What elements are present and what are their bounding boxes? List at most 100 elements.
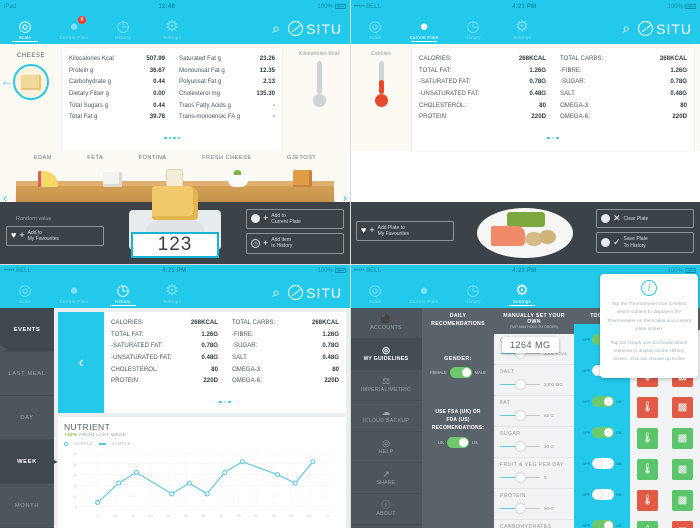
nav-item-settings[interactable]: ⚙ Settings bbox=[505, 17, 539, 40]
fontina-icon[interactable] bbox=[166, 169, 184, 188]
add-plate-to-favourites-button[interactable]: ♥ + Add Plate to My Favourites bbox=[356, 220, 454, 242]
graph-icon[interactable]: ▩ bbox=[672, 521, 693, 528]
nutrient-toggle[interactable] bbox=[591, 489, 614, 500]
plate-right-actions: ✕ Clear Plate ✓ Save Plate To History bbox=[590, 209, 700, 257]
search-icon[interactable]: ⌕ bbox=[272, 284, 280, 301]
nutrient-value: 0.78G bbox=[670, 78, 687, 86]
nutrient-value: 0.48G bbox=[201, 354, 218, 362]
table-row: -SATURATED FAT: 0.78G bbox=[419, 76, 546, 88]
nav-item-scale[interactable]: ◎ Scale bbox=[8, 17, 42, 42]
feta-icon[interactable] bbox=[102, 172, 122, 188]
thermometer-icon[interactable]: 🌡 bbox=[637, 428, 658, 449]
graph-icon[interactable]: ▩ bbox=[672, 397, 693, 418]
history-prev-button[interactable]: ‹ bbox=[58, 312, 104, 414]
table-row: Trans-monoenoic FA g - bbox=[179, 111, 275, 123]
nav-item-scale[interactable]: ◎ Scale bbox=[8, 281, 42, 304]
thermometer-icon[interactable]: 🌡 bbox=[637, 459, 658, 480]
sidebar-item-imperial-metric[interactable]: ⚖ IMPERIAL/METRIC bbox=[350, 370, 422, 401]
thermometer-widget[interactable]: Calories bbox=[350, 48, 412, 151]
nav-item-history[interactable]: ◷ History bbox=[106, 17, 140, 40]
slider-control[interactable]: 5 bbox=[500, 473, 568, 482]
nutrient-value: 80 bbox=[332, 365, 339, 373]
search-icon[interactable]: ⌕ bbox=[622, 20, 630, 37]
rail-item-events[interactable]: EVENTS bbox=[0, 308, 54, 352]
nav-label-history: History bbox=[115, 35, 131, 40]
nav-item-history[interactable]: ◷ History bbox=[106, 281, 140, 306]
nutrition-col-right: Saturated Fat g 23.26 Monounsat Fat g 12.3… bbox=[179, 53, 275, 123]
add-to-favourites-button[interactable]: ♥ + Add to My Favourites bbox=[6, 225, 104, 247]
svg-text:5: 5 bbox=[97, 514, 99, 518]
slider-control[interactable]: 2400 MG bbox=[500, 380, 568, 389]
page-dots[interactable] bbox=[111, 390, 339, 408]
nav-item-settings[interactable]: ⚙ Settings bbox=[505, 281, 539, 306]
nav-item-current-plate[interactable]: ● Current Plate bbox=[57, 281, 91, 304]
thermometer-icon[interactable]: 🌡 bbox=[637, 397, 658, 418]
fsa-fda-toggle[interactable] bbox=[446, 436, 469, 448]
rail-item-day[interactable]: DAY bbox=[0, 396, 54, 440]
graph-icon[interactable]: ▩ bbox=[672, 459, 693, 480]
nutrient-toggle[interactable] bbox=[591, 520, 614, 528]
nav-item-settings[interactable]: ⚙ Settings bbox=[155, 17, 189, 40]
nav-item-history[interactable]: ◷ History bbox=[456, 281, 490, 304]
thermometer-icon[interactable]: 🌡 bbox=[637, 490, 658, 511]
gjetost-icon[interactable] bbox=[292, 170, 312, 188]
sidebar-item-icloud-backup[interactable]: ☁ ICLOUD BACKUP bbox=[350, 401, 422, 432]
nav-label-history: History bbox=[465, 299, 481, 304]
food-thumb[interactable] bbox=[13, 64, 49, 100]
graph-icon[interactable]: ▩ bbox=[672, 428, 693, 449]
nav-item-current-plate[interactable]: ● 0 Current Plate bbox=[57, 16, 91, 40]
nav-item-settings[interactable]: ⚙ Settings bbox=[155, 281, 189, 304]
situ-ring-icon bbox=[638, 21, 654, 36]
plus-icon: + bbox=[263, 237, 269, 248]
slider-knob[interactable] bbox=[516, 473, 525, 482]
fresh-cheese-icon[interactable] bbox=[228, 170, 249, 188]
rail-item-last-meal[interactable]: LAST MEAL bbox=[0, 352, 54, 396]
nav-item-scale[interactable]: ◎ Scale bbox=[358, 281, 392, 304]
slider-control[interactable]: 30 G bbox=[500, 442, 568, 451]
add-item-to-history-button[interactable]: ◷ + Add item to History bbox=[246, 233, 344, 254]
history-body: EVENTS LAST MEAL DAY WEEK MONTH ‹ CALORI… bbox=[0, 308, 350, 528]
search-icon[interactable]: ⌕ bbox=[272, 20, 280, 37]
history-collapse-icon[interactable]: ▶ bbox=[0, 344, 8, 355]
sidebar-item-help[interactable]: ◎ HELP bbox=[350, 432, 422, 463]
slider-control[interactable]: 65 G bbox=[500, 411, 568, 420]
line-chart[interactable]: 5 10 15 20 25 30 5 10 15 20 25 30 35 40 45 50 55 60 65 70 bbox=[64, 447, 340, 528]
add-to-current-plate-button[interactable]: + Add to Current Plate bbox=[246, 208, 344, 229]
nav-item-history[interactable]: ◷ History bbox=[456, 17, 490, 40]
sidebar-item-about[interactable]: ⓘ ABOUT bbox=[350, 494, 422, 525]
slider-knob[interactable] bbox=[516, 442, 525, 451]
slider-knob[interactable] bbox=[516, 411, 525, 420]
rail-item-month[interactable]: MONTH bbox=[0, 484, 54, 528]
slider-knob[interactable] bbox=[516, 380, 525, 389]
nav-item-scale[interactable]: ◎ Scale bbox=[358, 17, 392, 40]
nutrient-label: CHOLESTEROL: bbox=[111, 365, 159, 373]
back-arrow-icon[interactable]: ← bbox=[1, 74, 13, 88]
weight-readout[interactable]: 123 bbox=[131, 232, 219, 258]
nutrient-toggle[interactable] bbox=[591, 458, 614, 469]
gender-toggle[interactable] bbox=[449, 366, 472, 378]
graph-icon[interactable]: ▩ bbox=[672, 490, 693, 511]
page-dots[interactable] bbox=[419, 126, 687, 144]
slider-label: SUGAR bbox=[500, 431, 521, 437]
thermometer-icon[interactable]: 🌡 bbox=[637, 521, 658, 528]
slider-control[interactable]: 90 G bbox=[500, 504, 568, 513]
nutrient-toggle[interactable] bbox=[591, 396, 614, 407]
thermometer-widget[interactable]: Kilocalories Kcal bbox=[288, 48, 350, 151]
clear-plate-button[interactable]: ✕ Clear Plate bbox=[596, 209, 694, 229]
edam-icon[interactable] bbox=[38, 171, 59, 188]
save-plate-to-history-button[interactable]: ✓ Save Plate To History bbox=[596, 232, 694, 253]
slider-row: FRUIT & VEG PER DAY 5 bbox=[494, 458, 574, 489]
nav-items: ◎ Scale ● Current Plate ◷ History ⚙ Settings bbox=[358, 281, 539, 306]
sidebar-item-accounts[interactable]: ⚫ ACCOUNTS bbox=[350, 308, 422, 339]
sidebar-item-my-guidelines[interactable]: ◎ MY GUIDELINES bbox=[350, 339, 422, 370]
nav-item-current-plate[interactable]: ● Current Plate bbox=[407, 281, 441, 304]
nutrient-toggle[interactable] bbox=[591, 427, 614, 438]
rail-item-week[interactable]: WEEK bbox=[0, 440, 58, 484]
info-icon: i bbox=[641, 280, 657, 296]
slider-knob[interactable] bbox=[516, 504, 525, 513]
page-dots[interactable] bbox=[69, 126, 275, 144]
nav-item-current-plate[interactable]: ● Current Plate bbox=[407, 17, 441, 42]
nutrient-value: 1.26G bbox=[670, 66, 687, 74]
sidebar-item-share[interactable]: ↗ SHARE bbox=[350, 463, 422, 494]
nutrient-label: OMEGA-6: bbox=[232, 377, 262, 385]
